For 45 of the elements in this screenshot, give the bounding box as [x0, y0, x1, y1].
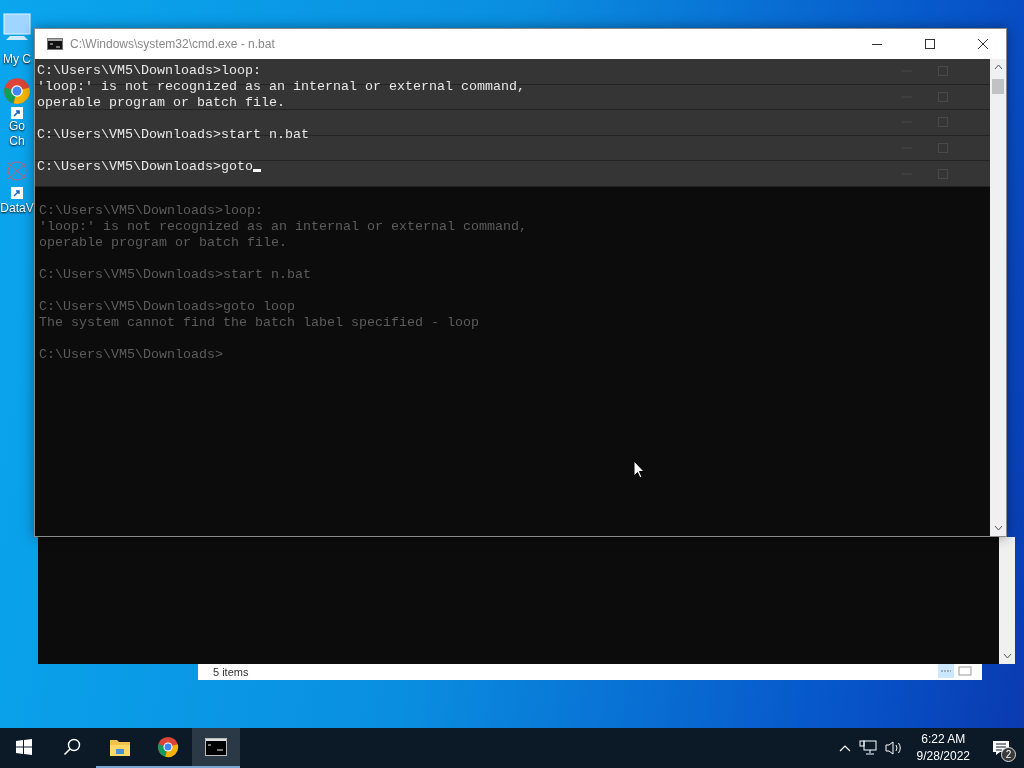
- item-count: 5 items: [213, 666, 249, 678]
- desktop-icon-label[interactable]: DataV: [0, 201, 34, 216]
- speaker-icon[interactable]: [884, 740, 903, 756]
- desktop-icon-label[interactable]: Ch: [9, 134, 25, 149]
- chevron-down-icon[interactable]: [1002, 653, 1012, 659]
- console-line: C:\Users\VM5\Downloads>goto: [37, 159, 261, 175]
- network-icon[interactable]: [858, 740, 877, 756]
- clock-date: 9/28/2022: [916, 748, 970, 765]
- close-icon: [978, 39, 988, 49]
- taskbar-app-button[interactable]: [192, 728, 240, 768]
- notification-count: 2: [1001, 747, 1016, 762]
- maximize-icon: [925, 39, 935, 49]
- console-icon: [47, 38, 63, 50]
- console-line: The system cannot find the batch label specified - loop: [39, 315, 479, 331]
- console-line: operable program or batch file.: [39, 235, 287, 251]
- mouse-pointer-icon: [633, 460, 645, 479]
- tiles-view-icon[interactable]: [958, 664, 974, 678]
- scrollbar[interactable]: [990, 59, 1006, 536]
- shortcut-arrow-icon: [11, 107, 23, 119]
- console-line: 'loop:' is not recognized as an internal or external command,: [37, 79, 525, 95]
- console-line: C:\Users\VM5\Downloads>loop:: [39, 203, 263, 219]
- console-line: operable program or batch file.: [37, 95, 285, 111]
- window-title: C:\Windows\system32\cmd.exe - n.bat: [70, 37, 276, 51]
- chrome-shortcut-icon[interactable]: [3, 77, 31, 119]
- terminal-icon: [205, 738, 227, 756]
- chevron-down-icon[interactable]: [993, 525, 1003, 531]
- folder-icon: [109, 737, 131, 757]
- search-icon: [63, 738, 81, 756]
- console-line: C:\Users\VM5\Downloads>start n.bat: [39, 267, 311, 283]
- console-line: C:\Users\VM5\Downloads>loop:: [37, 63, 261, 79]
- chrome-logo-icon: [157, 736, 179, 758]
- console-line: C:\Users\VM5\Downloads>: [39, 347, 223, 363]
- clock-time: 6:22 AM: [921, 731, 966, 748]
- desktop-icon-label[interactable]: My C: [3, 52, 31, 67]
- scrollbar-thumb[interactable]: [992, 79, 1004, 94]
- clock[interactable]: 6:22 AM 9/28/2022: [910, 731, 976, 765]
- scrollbar[interactable]: [999, 537, 1015, 664]
- console-line: 'loop:' is not recognized as an internal or external command,: [39, 219, 527, 235]
- desktop-icon-label[interactable]: Go: [9, 119, 25, 134]
- notification-button[interactable]: 2: [984, 728, 1018, 768]
- chrome-logo-icon: [3, 77, 31, 105]
- console-line: C:\Users\VM5\Downloads>goto loop: [39, 299, 295, 315]
- console-line: C:\Users\VM5\Downloads>start n.bat: [37, 127, 309, 143]
- windows-logo-icon: [16, 739, 32, 755]
- minimize-icon: [872, 43, 882, 45]
